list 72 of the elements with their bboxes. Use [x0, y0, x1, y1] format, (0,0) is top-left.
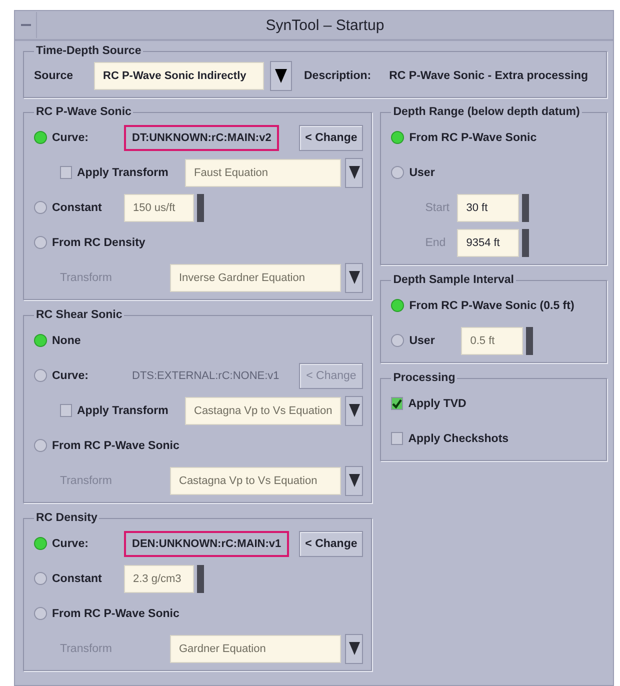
option-label: Apply Checkshots — [408, 432, 509, 444]
spin-button[interactable] — [522, 228, 530, 256]
source-label: Source — [34, 70, 74, 82]
group-title: Time-Depth Source — [35, 45, 142, 57]
group-title: RC P-Wave Sonic — [35, 106, 132, 118]
down-triangle-icon — [348, 271, 360, 284]
radio-button[interactable] — [34, 131, 47, 144]
option-label: Apply Transform — [77, 404, 170, 416]
dropdown-button[interactable] — [345, 158, 364, 188]
option-label: Curve: — [52, 132, 90, 144]
dropdown-button[interactable] — [345, 466, 364, 496]
option-label: From RC P-Wave Sonic (0.5 ft) — [409, 300, 574, 312]
down-triangle-icon — [348, 404, 360, 417]
checkbox[interactable] — [60, 404, 72, 417]
option-label: Constant — [52, 202, 103, 214]
dropdown-button[interactable] — [345, 634, 364, 664]
curve-field[interactable]: DEN:UNKNOWN:rC:MAIN:v1 — [124, 530, 290, 556]
option-label: From RC Density — [52, 236, 146, 248]
radio-button[interactable] — [34, 236, 47, 249]
radio-button[interactable] — [391, 166, 404, 179]
checkbox[interactable] — [391, 432, 404, 445]
description-text: RC P-Wave Sonic - Extra processing — [389, 70, 588, 82]
option-label: Curve: — [52, 538, 90, 550]
option-label: Curve: — [52, 370, 90, 382]
radio-button[interactable] — [34, 369, 47, 382]
dropdown-button[interactable] — [270, 61, 292, 91]
description-label: Description: — [304, 70, 372, 82]
group-title: Depth Range (below depth datum) — [392, 106, 581, 118]
field-label: Transform — [60, 642, 113, 654]
dropdown-button[interactable] — [345, 262, 364, 292]
option-label: Constant — [52, 572, 103, 584]
down-triangle-icon — [275, 69, 287, 83]
checkmark-icon — [392, 398, 402, 408]
radio-button[interactable] — [34, 334, 47, 347]
group-title: Depth Sample Interval — [392, 274, 516, 286]
radio-button[interactable] — [34, 537, 47, 550]
dropdown-button[interactable] — [345, 396, 364, 426]
group-title: Processing — [392, 372, 456, 384]
radio-button[interactable] — [34, 201, 47, 214]
down-triangle-icon — [348, 166, 360, 179]
change-button[interactable]: < Change — [299, 530, 364, 556]
source-dropdown[interactable]: RC P-Wave Sonic Indirectly — [94, 62, 264, 90]
down-triangle-icon — [348, 474, 360, 487]
option-label: Apply Transform — [77, 166, 170, 178]
spin-button[interactable] — [526, 326, 534, 354]
checkbox[interactable] — [60, 166, 72, 179]
window-title: SynTool – Startup — [264, 16, 386, 34]
radio-button[interactable] — [34, 439, 47, 452]
option-label: Apply TVD — [408, 398, 466, 410]
down-triangle-icon — [348, 642, 360, 655]
group-title: RC Shear Sonic — [35, 309, 124, 321]
option-label: From RC P-Wave Sonic — [52, 608, 180, 620]
field-label: Transform — [60, 474, 113, 486]
option-label: None — [52, 334, 81, 346]
radio-button[interactable] — [34, 607, 47, 620]
field-label: Transform — [60, 272, 113, 284]
option-label: From RC P-Wave Sonic — [409, 132, 537, 144]
radio-button[interactable] — [34, 572, 47, 585]
spin-button[interactable] — [522, 194, 530, 222]
field-label: End — [425, 236, 447, 248]
option-label: User — [409, 334, 436, 346]
curve-field[interactable]: DT:UNKNOWN:rC:MAIN:v2 — [124, 124, 280, 150]
group-title: RC Density — [35, 512, 98, 524]
change-button[interactable]: < Change — [299, 124, 364, 150]
option-label: User — [409, 166, 435, 178]
radio-button[interactable] — [391, 334, 404, 347]
minus-icon — [20, 23, 30, 27]
radio-button[interactable] — [391, 131, 404, 144]
option-label: From RC P-Wave Sonic — [52, 440, 180, 452]
field-label: Start — [425, 202, 451, 214]
checkbox[interactable] — [391, 397, 404, 410]
radio-button[interactable] — [391, 299, 404, 312]
